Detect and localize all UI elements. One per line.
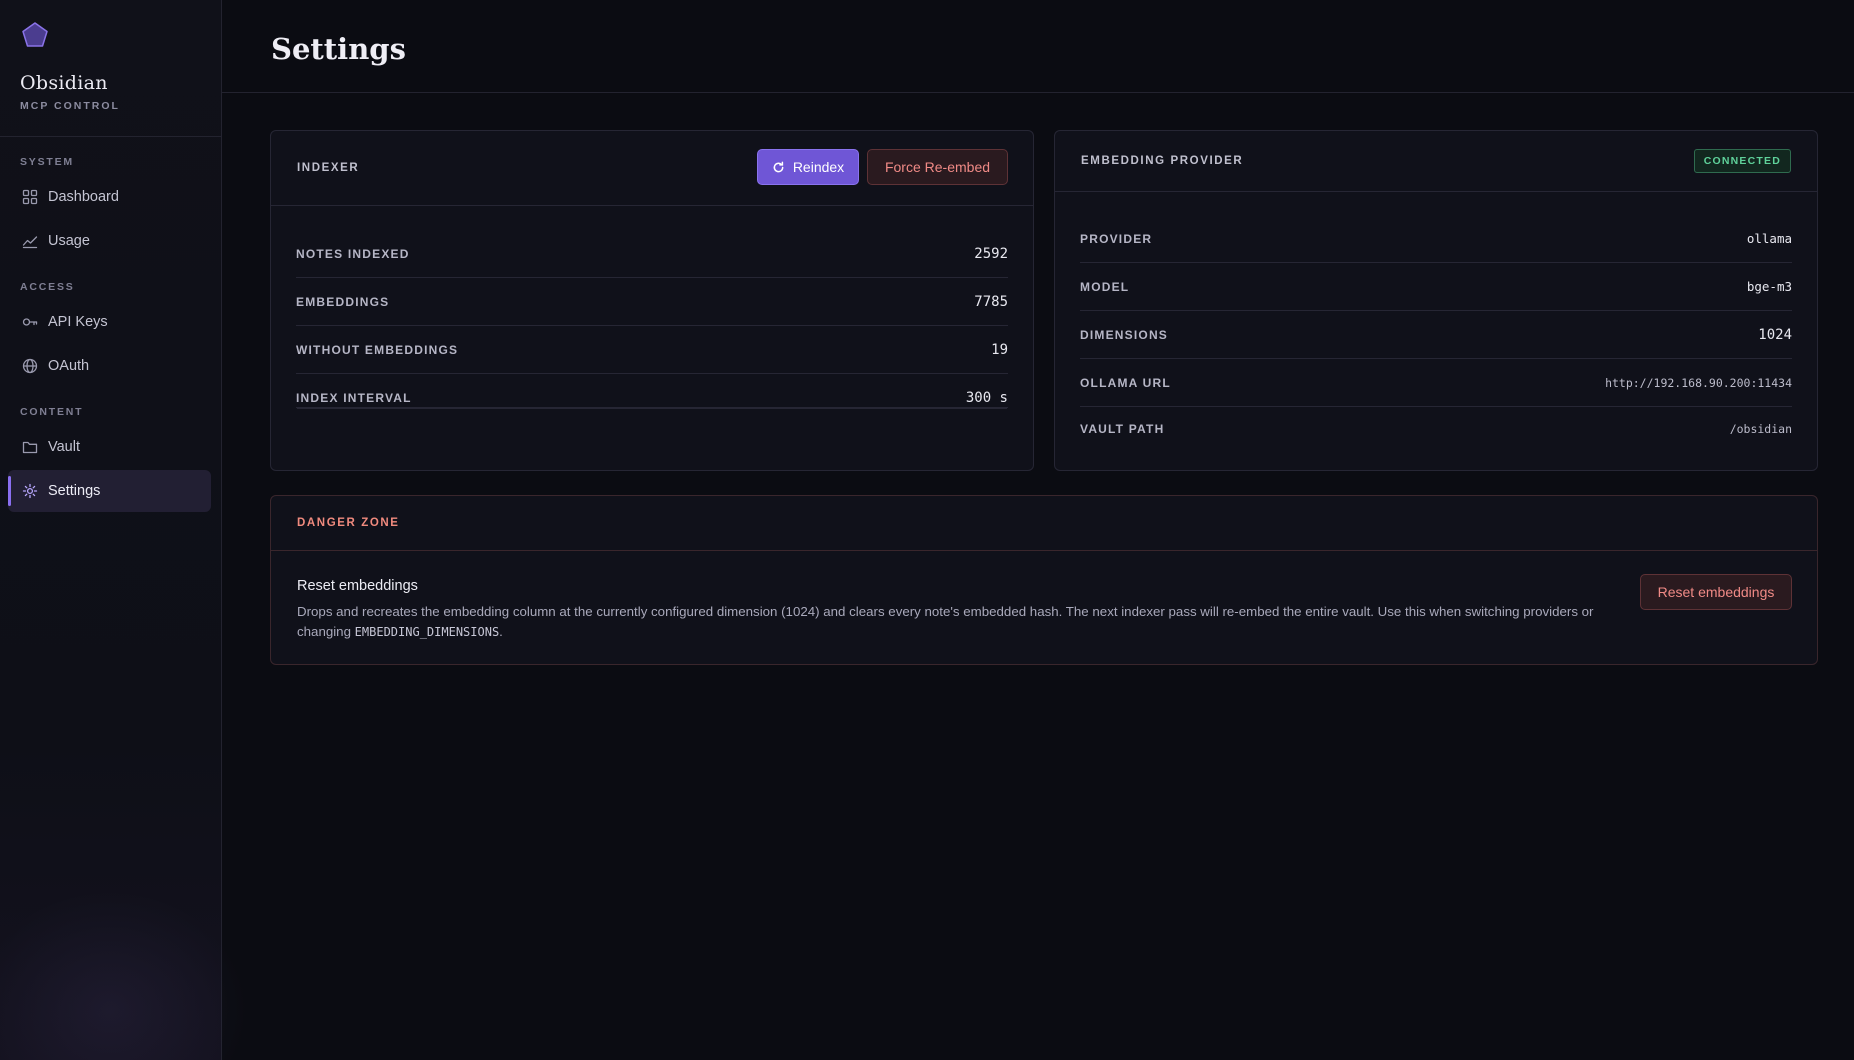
embedding-row-ollama-url: OLLAMA URL http://192.168.90.200:11434 xyxy=(1080,359,1792,407)
sidebar-item-label: Settings xyxy=(48,483,101,499)
row-value: /obsidian xyxy=(1729,422,1792,436)
sidebar-item-label: Usage xyxy=(48,233,90,249)
row-label: PROVIDER xyxy=(1080,231,1153,246)
sidebar-item-oauth[interactable]: OAuth xyxy=(8,345,211,387)
sidebar-section-content: CONTENT xyxy=(20,406,84,418)
grid-icon xyxy=(22,189,38,205)
row-value: 300 s xyxy=(965,390,1008,406)
embedding-row-provider: PROVIDER ollama xyxy=(1080,215,1792,263)
sidebar-item-vault[interactable]: Vault xyxy=(8,426,211,468)
gear-icon xyxy=(22,483,38,499)
row-value: http://192.168.90.200:11434 xyxy=(1605,375,1792,390)
description-end: . xyxy=(499,624,503,639)
indexer-row-notes-indexed-live: NOTES INDEXED 2592 xyxy=(296,230,1008,278)
sidebar-item-settings[interactable]: Settings xyxy=(8,470,211,512)
globe-icon xyxy=(22,358,38,374)
embedding-row-dimensions: DIMENSIONS 1024 xyxy=(1080,311,1792,359)
embedding-rows: PROVIDER ollama MODEL bge-m3 DIMENSIONS … xyxy=(1054,130,1818,471)
row-label: DIMENSIONS xyxy=(1080,327,1169,342)
row-value: 2592 xyxy=(974,245,1008,262)
danger-zone-card: DANGER ZONE Reset embeddings Drops and r… xyxy=(270,495,1818,665)
sidebar-item-label: Dashboard xyxy=(48,189,119,205)
sidebar-item-label: API Keys xyxy=(48,314,108,330)
sidebar-section-system: SYSTEM xyxy=(20,156,74,168)
row-value: 7785 xyxy=(974,293,1008,310)
row-value: 1024 xyxy=(1758,326,1792,343)
row-value: ollama xyxy=(1746,231,1792,246)
row-label: INDEX INTERVAL xyxy=(296,391,412,405)
sidebar-section-access: ACCESS xyxy=(20,281,75,293)
row-label: WITHOUT EMBEDDINGS xyxy=(296,342,459,357)
sidebar-item-usage[interactable]: Usage xyxy=(8,220,211,262)
row-label: VAULT PATH xyxy=(1080,422,1165,436)
page-header: Settings xyxy=(222,0,1854,93)
row-label: EMBEDDINGS xyxy=(296,294,390,309)
indexer-row-index-interval: INDEX INTERVAL 300 s xyxy=(296,374,1008,422)
sidebar-item-label: Vault xyxy=(48,439,80,455)
sidebar-item-label: OAuth xyxy=(48,358,90,374)
pentagon-icon xyxy=(22,22,48,47)
sidebar-item-dashboard[interactable]: Dashboard xyxy=(8,176,211,218)
row-label: NOTES INDEXED xyxy=(296,246,410,261)
reset-embeddings-description: Drops and recreates the embedding column… xyxy=(297,602,1617,642)
row-value: bge-m3 xyxy=(1746,279,1792,294)
reset-embeddings-heading: Reset embeddings xyxy=(297,578,418,594)
brand-subtitle: MCP CONTROL xyxy=(20,100,120,112)
folder-icon xyxy=(22,439,38,455)
embedding-row-model: MODEL bge-m3 xyxy=(1080,263,1792,311)
sidebar-item-api-keys[interactable]: API Keys xyxy=(8,301,211,343)
description-code: EMBEDDING_DIMENSIONS xyxy=(354,625,500,639)
sidebar: Obsidian MCP CONTROL SYSTEM Dashboard Us… xyxy=(0,0,260,1060)
row-label: MODEL xyxy=(1080,279,1130,294)
page-title: Settings xyxy=(271,32,406,66)
brand-logo[interactable] xyxy=(20,20,50,50)
sidebar-divider xyxy=(0,136,222,137)
brand-name: Obsidian xyxy=(20,72,108,94)
row-label: OLLAMA URL xyxy=(1080,375,1171,390)
indexer-row-embeddings: EMBEDDINGS 7785 xyxy=(296,278,1008,326)
row-value: 19 xyxy=(991,341,1008,358)
key-icon xyxy=(22,314,38,330)
embedding-row-vault-path: VAULT PATH /obsidian xyxy=(1080,407,1792,451)
danger-zone-title: DANGER ZONE xyxy=(297,517,400,529)
danger-zone-header: DANGER ZONE xyxy=(271,496,1817,551)
chart-line-icon xyxy=(22,233,38,249)
indexer-row-without-embeddings: WITHOUT EMBEDDINGS 19 xyxy=(296,326,1008,374)
reset-embeddings-button[interactable]: Reset embeddings xyxy=(1640,574,1792,610)
indexer-rows-live: NOTES INDEXED 2592 EMBEDDINGS 7785 WITHO… xyxy=(270,130,1034,471)
